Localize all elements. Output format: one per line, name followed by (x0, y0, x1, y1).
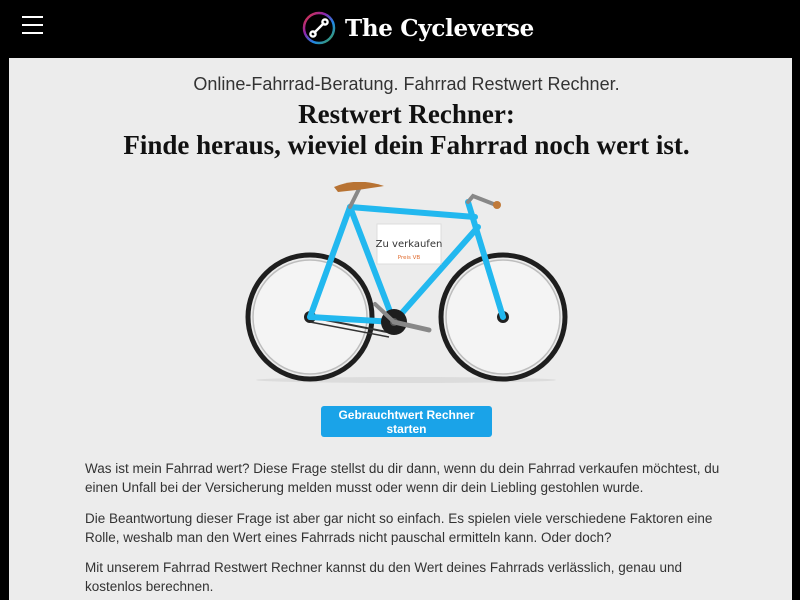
intro-paragraph-3: Mit unserem Fahrrad Restwert Rechner kan… (85, 560, 683, 594)
hamburger-menu-icon[interactable] (22, 16, 44, 38)
start-calculator-button[interactable]: Gebrauchtwert Rechner starten (321, 406, 492, 437)
page-title: Restwert Rechner: Finde heraus, wieviel … (9, 99, 792, 161)
chain-link-logo-icon (302, 11, 336, 45)
intro-paragraph-1: Was ist mein Fahrrad wert? Diese Frage s… (85, 461, 720, 495)
intro-paragraph-2: Die Beantwortung dieser Frage ist aber g… (85, 511, 713, 545)
page-subtitle: Online-Fahrrad-Beratung. Fahrrad Restwer… (193, 74, 620, 94)
for-sale-sign: Zu verkaufen Preis VB (376, 223, 443, 265)
brand-name: The Cycleverse (345, 14, 535, 42)
sale-sign-title: Zu verkaufen (376, 239, 443, 250)
bicycle-illustration: Zu verkaufen Preis VB (245, 182, 568, 383)
page-title-line-2: Finde heraus, wieviel dein Fahrrad noch … (123, 130, 690, 160)
page-content: Online-Fahrrad-Beratung. Fahrrad Restwer… (9, 58, 792, 600)
page-title-line-1: Restwert Rechner: (298, 99, 515, 129)
brand[interactable]: The Cycleverse (302, 10, 534, 46)
top-header: The Cycleverse (0, 0, 800, 56)
sale-sign-subtitle: Preis VB (398, 255, 421, 261)
